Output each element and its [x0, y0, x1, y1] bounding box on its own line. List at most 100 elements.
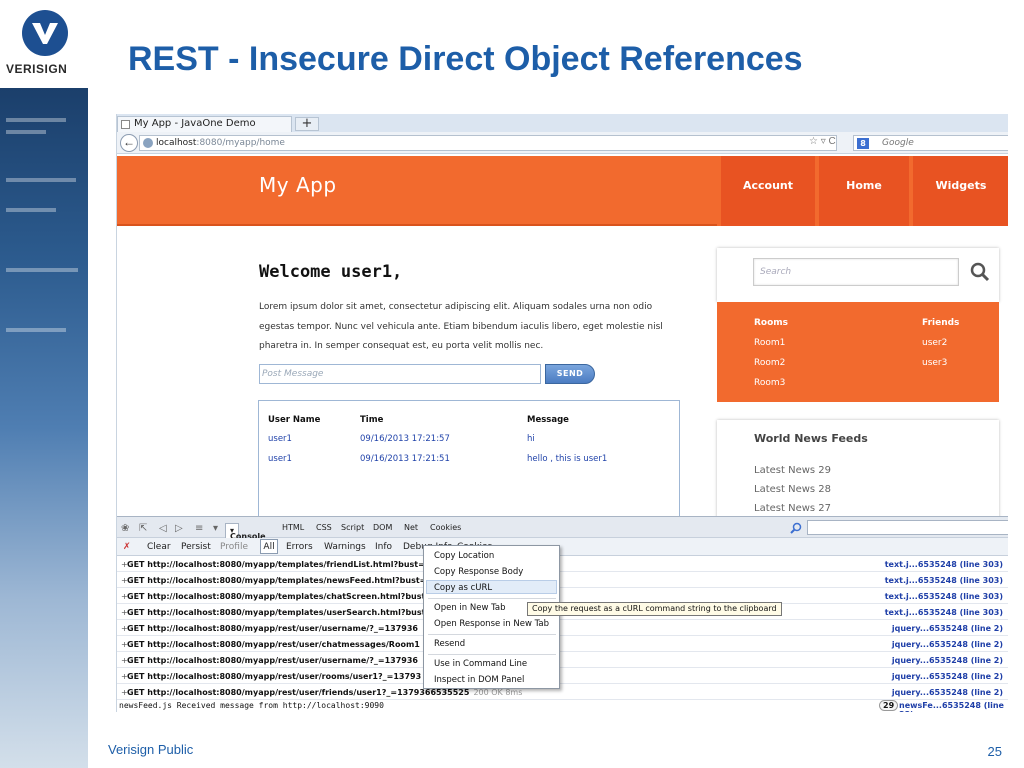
console-actions-bar: ✗ Clear Persist Profile All Errors Warni… — [117, 538, 1008, 556]
log-row[interactable]: +GET http://localhost:8080/myapp/templat… — [117, 572, 1008, 588]
menu-copy-response-body[interactable]: Copy Response Body — [434, 567, 523, 577]
slide-title: REST - Insecure Direct Object References — [128, 40, 803, 78]
log-request[interactable]: +GET http://localhost:8080/myapp/rest/us… — [121, 624, 418, 633]
menu-inspect-in-dom-panel[interactable]: Inspect in DOM Panel — [434, 675, 524, 685]
menu-open-response-in-new-tab[interactable]: Open Response in New Tab — [434, 619, 549, 629]
forward-arrow-icon[interactable]: ▷ — [175, 523, 189, 536]
log-row[interactable]: +GET http://localhost:8080/myapp/rest/us… — [117, 684, 1008, 700]
menu-open-in-new-tab[interactable]: Open in New Tab — [434, 603, 506, 613]
log-source-link[interactable]: jquery...6535248 (line 2) — [892, 656, 1003, 665]
log-request-text: GET http://localhost:8080/myapp/rest/use… — [127, 672, 422, 681]
log-source-link[interactable]: text.j...6535248 (line 303) — [885, 576, 1003, 585]
log-request-text: GET http://localhost:8080/myapp/rest/use… — [127, 656, 418, 665]
filter-info-button[interactable]: Info — [375, 542, 392, 552]
log-request[interactable]: +GET http://localhost:8080/myapp/rest/us… — [121, 640, 420, 649]
news-item[interactable]: Latest News 28 — [754, 484, 831, 495]
log-row[interactable]: +GET http://localhost:8080/myapp/rest/us… — [117, 652, 1008, 668]
log-request[interactable]: +GET http://localhost:8080/myapp/templat… — [121, 608, 425, 617]
log-source-link[interactable]: jquery...6535248 (line 2) — [892, 640, 1003, 649]
context-menu: Copy Location Copy Response Body Copy as… — [423, 545, 560, 689]
menu-use-in-command-line[interactable]: Use in Command Line — [434, 659, 527, 669]
nav-account[interactable]: Account — [717, 156, 815, 226]
browser-search-box[interactable]: 8 Google — [853, 135, 1008, 151]
table-row: user1 09/16/2013 17:21:57 hi — [268, 434, 668, 448]
intro-text: Lorem ipsum dolor sit amet, consectetur … — [259, 302, 663, 351]
news-item[interactable]: Latest News 27 — [754, 503, 831, 514]
clear-button[interactable]: Clear — [147, 542, 171, 552]
bookmark-star-icon[interactable]: ☆ ▿ C — [809, 136, 836, 147]
log-source-link[interactable]: jquery...6535248 (line 2) — [892, 688, 1003, 697]
globe-icon — [143, 138, 153, 148]
menu-copy-location[interactable]: Copy Location — [434, 551, 494, 561]
url-host: localhost — [156, 138, 197, 148]
firebug-bug-icon[interactable]: ❀ — [121, 523, 135, 536]
log-request[interactable]: +GET http://localhost:8080/myapp/rest/us… — [121, 656, 418, 665]
menu-separator — [428, 634, 556, 635]
tab-script[interactable]: Script — [341, 523, 364, 532]
menu-separator — [428, 654, 556, 655]
log-request[interactable]: +GET http://localhost:8080/myapp/templat… — [121, 592, 425, 601]
rooms-list: Rooms Room1 Room2 Room3 — [754, 318, 788, 398]
menu-icon[interactable]: ≡ — [195, 523, 209, 536]
back-button[interactable]: ← — [120, 134, 138, 152]
filter-errors-button[interactable]: Errors — [286, 542, 313, 552]
log-row[interactable]: +GET http://localhost:8080/myapp/rest/us… — [117, 636, 1008, 652]
footer-label: Verisign Public — [108, 742, 194, 757]
cell-message: hi — [527, 434, 535, 444]
log-source-link[interactable]: jquery...6535248 (line 2) — [892, 672, 1003, 681]
persist-button[interactable]: Persist — [181, 542, 211, 552]
search-input[interactable]: Search — [753, 258, 990, 286]
status-source-link[interactable]: newsFe...6535248 (line 33) — [899, 701, 1008, 712]
room-item[interactable]: Room2 — [754, 358, 788, 378]
search-panel: Search — [717, 248, 999, 302]
news-item[interactable]: Latest News 29 — [754, 465, 831, 476]
cell-user: user1 — [268, 454, 292, 464]
browser-tab[interactable]: My App - JavaOne Demo — [117, 116, 292, 132]
room-item[interactable]: Room1 — [754, 338, 788, 358]
room-item[interactable]: Room3 — [754, 378, 788, 398]
log-row[interactable]: +GET http://localhost:8080/myapp/rest/us… — [117, 668, 1008, 684]
post-message-input[interactable]: Post Message — [259, 364, 541, 384]
log-request[interactable]: +GET http://localhost:8080/myapp/rest/us… — [121, 688, 522, 697]
verisign-logo: VERISIGN — [0, 0, 88, 88]
log-request[interactable]: +GET http://localhost:8080/myapp/templat… — [121, 560, 430, 569]
tab-net[interactable]: Net — [404, 523, 418, 532]
page-number: 25 — [987, 744, 1002, 759]
log-request[interactable]: +GET http://localhost:8080/myapp/rest/us… — [121, 672, 421, 681]
send-button[interactable]: Send — [545, 364, 595, 384]
log-source-link[interactable]: text.j...6535248 (line 303) — [885, 560, 1003, 569]
verisign-check-icon — [22, 10, 68, 56]
friends-header: Friends — [922, 318, 960, 328]
log-source-link[interactable]: text.j...6535248 (line 303) — [885, 592, 1003, 601]
menu-copy-as-curl[interactable]: Copy as cURL — [434, 583, 492, 593]
address-bar[interactable]: localhost:8080/myapp/home — [139, 135, 837, 151]
new-tab-button[interactable]: + — [295, 117, 319, 131]
tab-bar: My App - JavaOne Demo + — [117, 114, 1008, 132]
log-row[interactable]: +GET http://localhost:8080/myapp/templat… — [117, 556, 1008, 572]
tab-dom[interactable]: DOM — [373, 523, 392, 532]
inspect-icon[interactable]: ⇱ — [139, 523, 153, 536]
tab-html[interactable]: HTML — [282, 523, 304, 532]
cell-time: 09/16/2013 17:21:57 — [360, 434, 450, 444]
tab-css[interactable]: CSS — [316, 523, 332, 532]
log-request[interactable]: +GET http://localhost:8080/myapp/templat… — [121, 576, 426, 585]
firebug-search-input[interactable] — [790, 520, 1008, 535]
nav-widgets[interactable]: Widgets — [909, 156, 1008, 226]
tab-console[interactable]: Console ▾ — [225, 523, 266, 541]
back-arrow-icon[interactable]: ◁ — [159, 523, 173, 536]
log-source-link[interactable]: jquery...6535248 (line 2) — [892, 624, 1003, 633]
tab-cookies[interactable]: Cookies — [430, 523, 461, 532]
nav-home[interactable]: Home — [815, 156, 909, 226]
log-request-text: GET http://localhost:8080/myapp/rest/use… — [127, 624, 418, 633]
profile-button[interactable]: Profile — [220, 542, 248, 552]
log-row[interactable]: +GET http://localhost:8080/myapp/rest/us… — [117, 620, 1008, 636]
friend-item[interactable]: user3 — [922, 358, 959, 378]
menu-resend[interactable]: Resend — [434, 639, 465, 649]
message-count-badge: 29 — [879, 700, 899, 711]
log-source-link[interactable]: text.j...6535248 (line 303) — [885, 608, 1003, 617]
friend-item[interactable]: user2 — [922, 338, 959, 358]
filter-warnings-button[interactable]: Warnings — [324, 542, 366, 552]
search-icon[interactable] — [970, 262, 990, 282]
console-error-icon[interactable]: ✗ — [123, 542, 131, 552]
filter-all-button[interactable]: All — [260, 539, 278, 554]
